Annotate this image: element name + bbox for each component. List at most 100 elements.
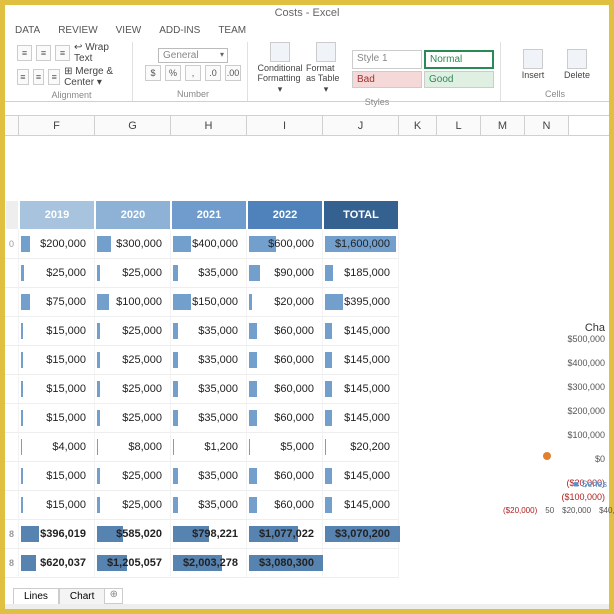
- align-right-icon[interactable]: ≡: [48, 69, 60, 85]
- col-header[interactable]: G: [95, 116, 171, 135]
- cell[interactable]: $60,000: [247, 375, 323, 404]
- insert-button[interactable]: Insert: [513, 49, 553, 80]
- conditional-formatting-button[interactable]: Conditional Formatting ▾: [260, 42, 300, 95]
- inc-decimal-icon[interactable]: .0: [205, 65, 221, 81]
- col-header[interactable]: K: [399, 116, 437, 135]
- col-header[interactable]: N: [525, 116, 569, 135]
- col-header[interactable]: L: [437, 116, 481, 135]
- h-scrollbar[interactable]: [5, 604, 609, 609]
- cell[interactable]: $145,000: [323, 375, 399, 404]
- percent-icon[interactable]: %: [165, 65, 181, 81]
- cell[interactable]: $35,000: [171, 404, 247, 433]
- sheet-tab-chart[interactable]: Chart: [59, 588, 105, 604]
- align-bot-icon[interactable]: ≡: [55, 45, 70, 61]
- cell[interactable]: $1,600,000: [323, 230, 399, 259]
- total-cell[interactable]: $3,080,300: [247, 549, 323, 578]
- total-cell[interactable]: $396,019: [19, 520, 95, 549]
- col-header[interactable]: F: [19, 116, 95, 135]
- cell[interactable]: $145,000: [323, 404, 399, 433]
- cell[interactable]: $90,000: [247, 259, 323, 288]
- total-cell[interactable]: $3,070,200: [323, 520, 399, 549]
- cell[interactable]: $75,000: [19, 288, 95, 317]
- comma-icon[interactable]: ,: [185, 65, 201, 81]
- cell[interactable]: $15,000: [19, 491, 95, 520]
- cell[interactable]: $25,000: [95, 259, 171, 288]
- number-format-select[interactable]: General: [158, 48, 228, 63]
- embedded-chart[interactable]: Cha $500,000$400,000$300,000$200,000$100…: [499, 322, 609, 515]
- cell[interactable]: $20,200: [323, 433, 399, 462]
- cell[interactable]: $35,000: [171, 317, 247, 346]
- col-header[interactable]: I: [247, 116, 323, 135]
- cell[interactable]: $35,000: [171, 491, 247, 520]
- col-header[interactable]: J: [323, 116, 399, 135]
- tab-team[interactable]: TEAM: [218, 25, 246, 36]
- align-mid-icon[interactable]: ≡: [36, 45, 51, 61]
- align-center-icon[interactable]: ≡: [33, 69, 45, 85]
- cell[interactable]: $8,000: [95, 433, 171, 462]
- style-bad[interactable]: Bad: [352, 71, 422, 88]
- tab-addins[interactable]: ADD-INS: [159, 25, 200, 36]
- align-top-icon[interactable]: ≡: [17, 45, 32, 61]
- cell[interactable]: $145,000: [323, 491, 399, 520]
- cell[interactable]: $60,000: [247, 462, 323, 491]
- cell[interactable]: $60,000: [247, 491, 323, 520]
- total-cell[interactable]: [323, 549, 399, 578]
- cell[interactable]: $5,000: [247, 433, 323, 462]
- cell[interactable]: $15,000: [19, 346, 95, 375]
- cell[interactable]: $1,200: [171, 433, 247, 462]
- cell[interactable]: $35,000: [171, 375, 247, 404]
- cell[interactable]: $145,000: [323, 317, 399, 346]
- align-left-icon[interactable]: ≡: [17, 69, 29, 85]
- cell[interactable]: $15,000: [19, 375, 95, 404]
- cell[interactable]: $25,000: [95, 404, 171, 433]
- tab-review[interactable]: REVIEW: [58, 25, 97, 36]
- cell[interactable]: $25,000: [95, 346, 171, 375]
- delete-button[interactable]: Delete: [557, 49, 597, 80]
- cell[interactable]: $100,000: [95, 288, 171, 317]
- cell[interactable]: $60,000: [247, 317, 323, 346]
- col-header[interactable]: M: [481, 116, 525, 135]
- total-cell[interactable]: $585,020: [95, 520, 171, 549]
- format-as-table-button[interactable]: Format as Table ▾: [306, 42, 346, 95]
- cell[interactable]: $600,000: [247, 230, 323, 259]
- tab-data[interactable]: DATA: [15, 25, 40, 36]
- style-normal[interactable]: Normal: [424, 50, 494, 69]
- add-sheet-button[interactable]: ⊕: [105, 588, 123, 604]
- cell[interactable]: $35,000: [171, 346, 247, 375]
- formula-bar[interactable]: [5, 102, 609, 116]
- total-cell[interactable]: $1,205,057: [95, 549, 171, 578]
- cell[interactable]: $60,000: [247, 404, 323, 433]
- cell[interactable]: $25,000: [95, 491, 171, 520]
- wrap-text-button[interactable]: ↩ Wrap Text: [74, 42, 126, 64]
- dec-decimal-icon[interactable]: .00: [225, 65, 241, 81]
- tab-view[interactable]: VIEW: [116, 25, 142, 36]
- total-cell[interactable]: $620,037: [19, 549, 95, 578]
- currency-icon[interactable]: $: [145, 65, 161, 81]
- cell[interactable]: $300,000: [95, 230, 171, 259]
- cell[interactable]: $4,000: [19, 433, 95, 462]
- cell[interactable]: $15,000: [19, 404, 95, 433]
- cell[interactable]: $35,000: [171, 259, 247, 288]
- cell[interactable]: $25,000: [95, 317, 171, 346]
- cell[interactable]: $200,000: [19, 230, 95, 259]
- cell[interactable]: $25,000: [95, 375, 171, 404]
- col-header[interactable]: H: [171, 116, 247, 135]
- cell[interactable]: $20,000: [247, 288, 323, 317]
- cell[interactable]: $25,000: [19, 259, 95, 288]
- total-cell[interactable]: $798,221: [171, 520, 247, 549]
- cell[interactable]: $145,000: [323, 462, 399, 491]
- merge-center-button[interactable]: ⊞ Merge & Center ▾: [64, 66, 126, 88]
- cell[interactable]: $185,000: [323, 259, 399, 288]
- cell[interactable]: $15,000: [19, 462, 95, 491]
- style-good[interactable]: Good: [424, 71, 494, 88]
- cell[interactable]: $35,000: [171, 462, 247, 491]
- cell[interactable]: $395,000: [323, 288, 399, 317]
- style-style1[interactable]: Style 1: [352, 50, 422, 69]
- total-cell[interactable]: $1,077,022: [247, 520, 323, 549]
- cell[interactable]: $150,000: [171, 288, 247, 317]
- sheet-tab-lines[interactable]: Lines: [13, 588, 59, 604]
- cell[interactable]: $145,000: [323, 346, 399, 375]
- total-cell[interactable]: $2,003,278: [171, 549, 247, 578]
- cell[interactable]: $400,000: [171, 230, 247, 259]
- cell[interactable]: $15,000: [19, 317, 95, 346]
